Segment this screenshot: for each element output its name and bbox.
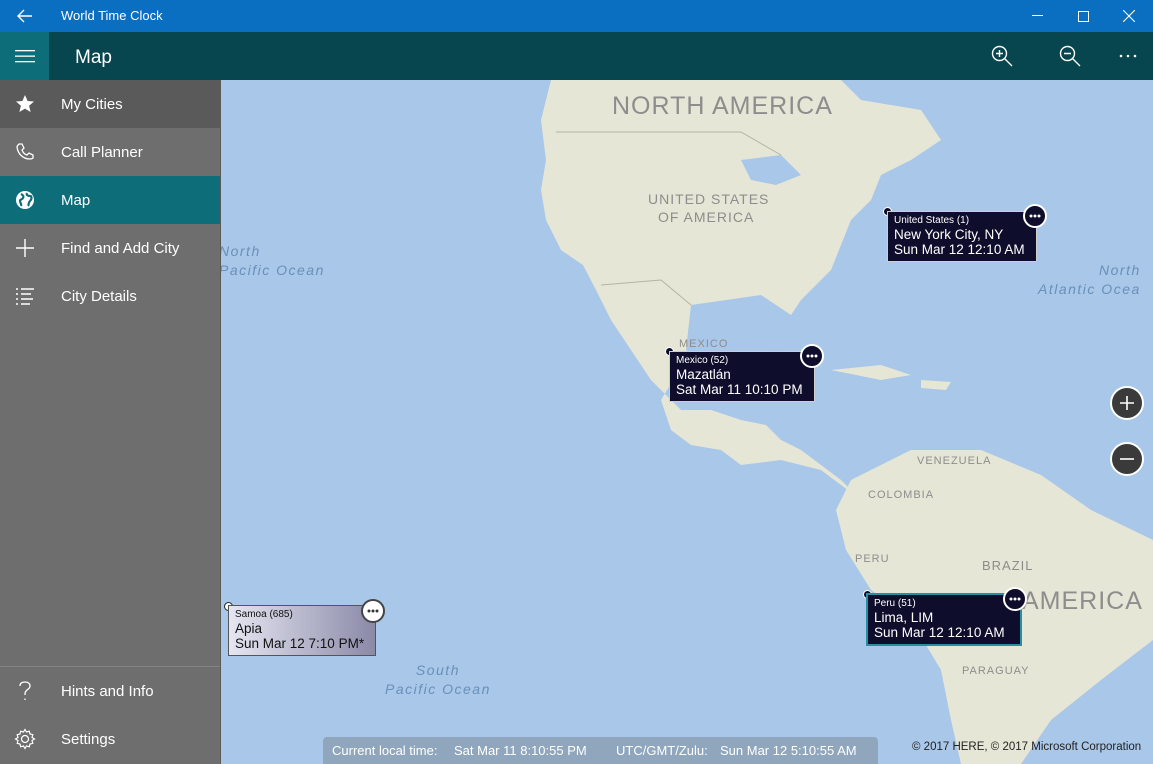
callout-time: Sun Mar 12 12:10 AM	[874, 625, 1005, 640]
map-zoom-in-button[interactable]	[1110, 386, 1144, 420]
utc-time-value: Sun Mar 12 5:10:55 AM	[720, 743, 857, 758]
callout-city: Apia	[235, 621, 263, 636]
ocean-label-line: North	[221, 243, 261, 259]
country-label: PARAGUAY	[962, 665, 1030, 677]
callout-country: United States (1)	[894, 215, 970, 226]
ellipsis-icon	[367, 609, 379, 613]
arrow-left-icon	[16, 9, 32, 23]
hamburger-icon	[14, 50, 35, 63]
callout-time: Sun Mar 12 7:10 PM*	[235, 636, 365, 651]
callout-more-button[interactable]	[1023, 204, 1047, 228]
country-label: VENEZUELA	[917, 455, 992, 467]
page-title: Map	[75, 47, 112, 68]
ellipsis-icon	[806, 354, 818, 358]
city-callout-new-york[interactable]: United States (1) New York City, NY Sun …	[887, 211, 1037, 262]
ellipsis-icon	[1029, 214, 1041, 218]
country-label: BRAZIL	[982, 558, 1034, 573]
local-time-label: Current local time:	[332, 743, 438, 758]
nav-label: Map	[61, 191, 91, 209]
country-label: PERU	[855, 553, 890, 565]
callout-more-button[interactable]	[800, 344, 824, 368]
plus-icon	[15, 239, 34, 257]
question-icon	[18, 681, 31, 700]
app-bar: Map	[0, 32, 1153, 80]
zoom-out-button[interactable]	[1046, 32, 1094, 80]
ellipsis-icon	[1009, 597, 1021, 601]
minimize-icon	[1031, 15, 1043, 16]
country-label: OF AMERICA	[658, 209, 755, 225]
callout-city: New York City, NY	[894, 227, 1004, 242]
nav-label: Hints and Info	[61, 682, 154, 700]
country-label: MEXICO	[679, 338, 729, 350]
ocean-label: North Pacific Ocean	[221, 242, 325, 280]
gear-icon	[13, 728, 36, 750]
callout-time: Sat Mar 11 10:10 PM	[676, 382, 803, 397]
callout-country: Peru (51)	[874, 598, 916, 609]
window-title: World Time Clock	[61, 8, 163, 23]
ocean-label-line: North	[1099, 262, 1141, 278]
maximize-icon	[1077, 10, 1089, 22]
nav-label: City Details	[61, 287, 137, 305]
nav-label: Settings	[61, 730, 116, 748]
nav-item-settings[interactable]: Settings	[0, 715, 220, 763]
list-icon	[15, 288, 34, 305]
close-icon	[1123, 10, 1135, 22]
ocean-label: South Pacific Ocean	[385, 661, 491, 699]
ocean-label-line: Pacific Ocean	[385, 681, 491, 697]
sidebar: My Cities Call Planner Map Find and Add …	[0, 80, 221, 764]
callout-city: Mazatlán	[676, 367, 731, 382]
globe-icon	[15, 191, 34, 209]
ocean-label-line: Atlantic Ocea	[1038, 281, 1141, 297]
back-button[interactable]	[0, 0, 49, 32]
callout-country: Samoa (685)	[235, 609, 293, 620]
continent-label: AMERICA	[1022, 587, 1143, 615]
country-label: UNITED STATES	[648, 191, 770, 207]
ocean-label-line: Pacific Ocean	[221, 262, 325, 278]
close-button[interactable]	[1106, 0, 1152, 32]
nav-item-my-cities[interactable]: My Cities	[0, 80, 220, 128]
nav-label: Find and Add City	[61, 239, 180, 257]
minimize-button[interactable]	[1014, 0, 1060, 32]
nav-item-city-details[interactable]: City Details	[0, 272, 220, 320]
nav-item-call-planner[interactable]: Call Planner	[0, 128, 220, 176]
zoom-in-button[interactable]	[978, 32, 1026, 80]
nav-label: My Cities	[61, 95, 123, 113]
callout-city: Lima, LIM	[874, 610, 934, 625]
map-land	[221, 80, 1153, 764]
time-status-bar: Current local time: Sat Mar 11 8:10:55 P…	[323, 737, 878, 764]
hamburger-menu-button[interactable]	[0, 32, 49, 80]
plus-icon	[1120, 396, 1134, 410]
maximize-button[interactable]	[1060, 0, 1106, 32]
callout-more-button[interactable]	[361, 599, 385, 623]
more-options-button[interactable]	[1104, 32, 1152, 80]
country-label: COLOMBIA	[868, 489, 935, 501]
city-callout-apia[interactable]: Samoa (685) Apia Sun Mar 12 7:10 PM*	[228, 605, 376, 656]
utc-time-label: UTC/GMT/Zulu:	[616, 743, 708, 758]
title-bar: World Time Clock	[0, 0, 1153, 32]
ellipsis-icon	[1119, 54, 1137, 58]
callout-country: Mexico (52)	[676, 355, 729, 366]
ocean-label-line: South	[415, 662, 460, 678]
zoom-out-icon	[1059, 45, 1081, 67]
nav-item-map[interactable]: Map	[0, 176, 220, 224]
map-view[interactable]: NORTH AMERICA AMERICA UNITED STATES OF A…	[221, 80, 1153, 764]
callout-more-button[interactable]	[1003, 587, 1027, 611]
city-callout-lima[interactable]: Peru (51) Lima, LIM Sun Mar 12 12:10 AM	[866, 593, 1022, 646]
continent-label: NORTH AMERICA	[612, 92, 833, 120]
phone-icon	[15, 143, 34, 160]
map-zoom-out-button[interactable]	[1110, 442, 1144, 476]
map-copyright: © 2017 HERE, © 2017 Microsoft Corporatio…	[912, 741, 1142, 753]
nav-label: Call Planner	[61, 143, 143, 161]
nav-item-hints-and-info[interactable]: Hints and Info	[0, 667, 220, 715]
zoom-in-icon	[991, 45, 1013, 67]
callout-time: Sun Mar 12 12:10 AM	[894, 242, 1025, 257]
city-callout-mazatlan[interactable]: Mexico (52) Mazatlán Sat Mar 11 10:10 PM	[669, 351, 815, 402]
nav-item-find-and-add-city[interactable]: Find and Add City	[0, 224, 220, 272]
star-icon	[15, 95, 34, 112]
local-time-value: Sat Mar 11 8:10:55 PM	[454, 743, 587, 758]
minus-icon	[1120, 458, 1134, 460]
ocean-label: North Atlantic Ocea	[1038, 261, 1141, 299]
